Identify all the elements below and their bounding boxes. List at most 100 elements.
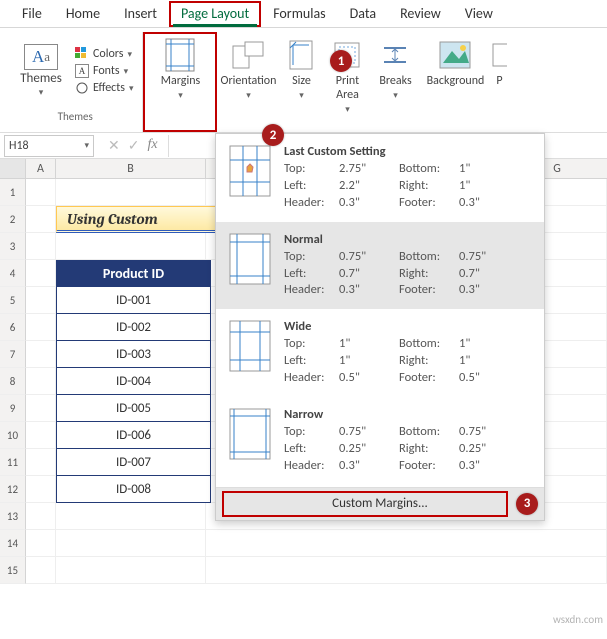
- effects-label: Effects: [93, 81, 125, 95]
- effects-button[interactable]: Effects ▾: [72, 80, 136, 96]
- table-cell[interactable]: ID-008: [56, 476, 211, 503]
- chevron-down-icon: ▾: [246, 90, 251, 101]
- orientation-label: Orientation: [221, 75, 277, 89]
- row-11[interactable]: 11: [0, 449, 26, 476]
- themes-button-label: Themes: [20, 71, 62, 86]
- chevron-down-icon: ▾: [84, 140, 89, 151]
- chevron-down-icon: ▾: [345, 104, 350, 115]
- fx-icon[interactable]: fx: [147, 137, 157, 154]
- colors-label: Colors: [93, 47, 123, 61]
- chevron-down-icon: ▾: [178, 90, 183, 101]
- row-3[interactable]: 3: [0, 233, 26, 260]
- row-13[interactable]: 13: [0, 503, 26, 530]
- margins-option-normal[interactable]: Normal Top:0.75"Bottom:0.75" Left:0.7"Ri…: [216, 222, 544, 310]
- chevron-down-icon: ▾: [124, 66, 129, 77]
- tab-page-layout[interactable]: Page Layout: [169, 1, 261, 27]
- row-9[interactable]: 9: [0, 395, 26, 422]
- margins-option-wide[interactable]: Wide Top:1"Bottom:1" Left:1"Right:1" Hea…: [216, 309, 544, 397]
- tab-view[interactable]: View: [453, 1, 505, 27]
- select-all-corner[interactable]: [0, 159, 26, 178]
- row-14[interactable]: 14: [0, 530, 26, 557]
- ribbon-tabs: File Home Insert Page Layout Formulas Da…: [0, 0, 607, 28]
- size-icon: [284, 38, 318, 72]
- callout-3: 3: [516, 493, 538, 515]
- table-cell[interactable]: ID-006: [56, 422, 211, 449]
- background-button[interactable]: Background: [419, 32, 491, 132]
- colors-icon: [75, 47, 89, 61]
- margins-option-title: Narrow: [284, 407, 532, 422]
- margins-button[interactable]: Margins ▾: [143, 32, 217, 132]
- chevron-down-icon: ▾: [129, 83, 134, 94]
- row-8[interactable]: 8: [0, 368, 26, 395]
- group-themes-label: Themes: [58, 110, 93, 123]
- size-label: Size: [292, 75, 311, 89]
- table-cell[interactable]: ID-002: [56, 314, 211, 341]
- chevron-down-icon: ▾: [393, 90, 398, 101]
- tab-review[interactable]: Review: [388, 1, 453, 27]
- chevron-down-icon: ▾: [39, 87, 44, 98]
- margins-thumb-icon: [228, 407, 272, 461]
- custom-margins-menu-item[interactable]: Custom Margins... 3: [216, 487, 544, 520]
- margins-thumb-icon: [228, 319, 272, 373]
- margins-icon: [163, 38, 197, 72]
- watermark: wsxdn.com: [553, 613, 603, 626]
- callout-2: 2: [262, 124, 284, 146]
- name-box-value: H18: [9, 139, 29, 153]
- tab-data[interactable]: Data: [338, 1, 388, 27]
- row-2[interactable]: 2: [0, 206, 26, 233]
- breaks-button[interactable]: Breaks ▾: [371, 32, 419, 132]
- tab-insert[interactable]: Insert: [112, 1, 169, 27]
- accept-formula-icon[interactable]: ✓: [128, 137, 140, 154]
- effects-icon: [75, 81, 89, 95]
- table-cell[interactable]: ID-001: [56, 287, 211, 314]
- table-cell[interactable]: ID-003: [56, 341, 211, 368]
- background-icon: [438, 38, 472, 72]
- row-5[interactable]: 5: [0, 287, 26, 314]
- row-10[interactable]: 10: [0, 422, 26, 449]
- row-12[interactable]: 12: [0, 476, 26, 503]
- print-titles-button[interactable]: P: [491, 32, 507, 132]
- chevron-down-icon: ▾: [299, 90, 304, 101]
- ribbon: Aa Themes ▾ Colors ▾ A Fonts ▾: [0, 28, 607, 133]
- margins-label: Margins: [161, 75, 200, 89]
- print-titles-label: P: [496, 75, 502, 89]
- breaks-label: Breaks: [379, 75, 411, 89]
- table-cell[interactable]: ID-004: [56, 368, 211, 395]
- fonts-button[interactable]: A Fonts ▾: [72, 63, 136, 79]
- fonts-icon: A: [75, 64, 89, 78]
- margins-dropdown: Last Custom Setting Top:2.75"Bottom:1" L…: [215, 133, 545, 521]
- row-15[interactable]: 15: [0, 557, 26, 584]
- table-header-productid[interactable]: Product ID: [56, 260, 211, 287]
- col-B[interactable]: B: [56, 159, 206, 178]
- print-area-label: Print Area: [336, 75, 359, 103]
- table-cell[interactable]: ID-007: [56, 449, 211, 476]
- breaks-icon: [378, 38, 412, 72]
- callout-1: 1: [330, 50, 352, 72]
- col-A[interactable]: A: [26, 159, 56, 178]
- tab-home[interactable]: Home: [54, 1, 112, 27]
- fonts-label: Fonts: [93, 64, 120, 78]
- margins-thumb-icon: [228, 232, 272, 286]
- row-7[interactable]: 7: [0, 341, 26, 368]
- row-6[interactable]: 6: [0, 314, 26, 341]
- themes-button[interactable]: Aa Themes ▾: [14, 44, 68, 98]
- name-box[interactable]: H18 ▾: [4, 135, 94, 157]
- margins-option-narrow[interactable]: Narrow Top:0.75"Bottom:0.75" Left:0.25"R…: [216, 397, 544, 485]
- tab-file[interactable]: File: [10, 1, 54, 27]
- table-cell[interactable]: ID-005: [56, 395, 211, 422]
- print-area-button[interactable]: Print Area ▾: [323, 32, 371, 132]
- margins-option-last-custom[interactable]: Last Custom Setting Top:2.75"Bottom:1" L…: [216, 134, 544, 222]
- tab-formulas[interactable]: Formulas: [261, 1, 337, 27]
- colors-button[interactable]: Colors ▾: [72, 46, 136, 62]
- row-4[interactable]: 4: [0, 260, 26, 287]
- group-themes: Aa Themes ▾ Colors ▾ A Fonts ▾: [8, 32, 143, 132]
- orientation-icon: [231, 38, 265, 72]
- row-1[interactable]: 1: [0, 179, 26, 206]
- cancel-formula-icon[interactable]: ✕: [108, 137, 120, 154]
- orientation-button[interactable]: Orientation ▾: [217, 32, 279, 132]
- chevron-down-icon: ▾: [127, 49, 132, 60]
- size-button[interactable]: Size ▾: [279, 32, 323, 132]
- margins-thumb-icon: [228, 144, 272, 198]
- themes-icon: Aa: [24, 44, 58, 70]
- margins-option-title: Normal: [284, 232, 532, 247]
